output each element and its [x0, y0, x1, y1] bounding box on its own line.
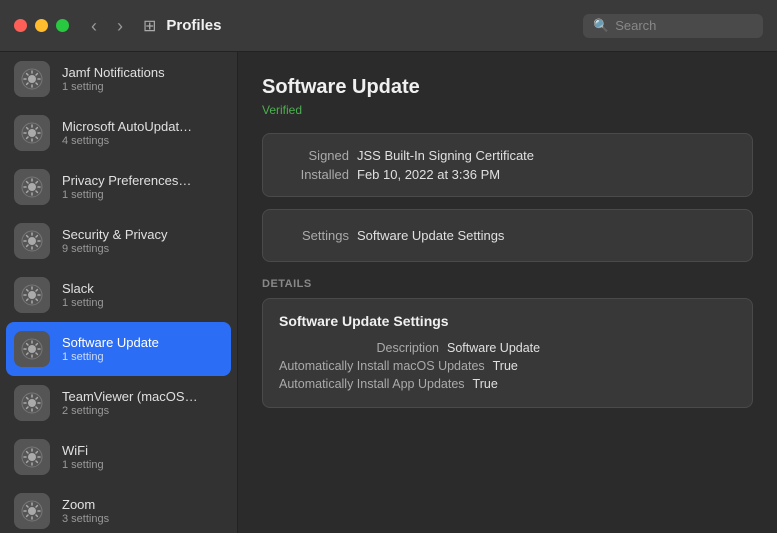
sidebar-item-count-zoom: 3 settings — [62, 513, 109, 525]
auto-install-app-label: Automatically Install App Updates — [279, 377, 465, 391]
sidebar-item-name-jamf-notifications: Jamf Notifications — [62, 65, 165, 80]
sidebar-item-icon-wifi — [14, 439, 50, 475]
main-layout: Jamf Notifications1 setting Microsoft Au… — [0, 52, 777, 533]
details-card-title: Software Update Settings — [279, 313, 736, 329]
sidebar-item-wifi[interactable]: WiFi1 setting — [0, 430, 237, 484]
details-header: DETAILS — [262, 278, 753, 290]
minimize-button[interactable] — [35, 19, 48, 32]
nav-buttons: ‹ › — [85, 15, 129, 37]
sidebar-item-name-privacy-preferences: Privacy Preferences… — [62, 173, 191, 188]
sidebar-item-name-wifi: WiFi — [62, 443, 104, 458]
auto-install-app-row: Automatically Install App Updates True — [279, 375, 736, 393]
close-button[interactable] — [14, 19, 27, 32]
sidebar-item-count-wifi: 1 setting — [62, 459, 104, 471]
sidebar-item-name-microsoft-autoupdate: Microsoft AutoUpdat… — [62, 119, 192, 134]
sidebar-item-microsoft-autoupdate[interactable]: Microsoft AutoUpdat…4 settings — [0, 106, 237, 160]
signed-label: Signed — [279, 148, 349, 163]
sidebar-item-icon-software-update — [14, 331, 50, 367]
sidebar-item-name-zoom: Zoom — [62, 497, 109, 512]
sidebar-item-count-teamviewer: 2 settings — [62, 405, 198, 417]
description-value: Software Update — [447, 341, 540, 355]
settings-label: Settings — [279, 228, 349, 243]
verified-badge: Verified — [262, 103, 753, 117]
sidebar: Jamf Notifications1 setting Microsoft Au… — [0, 52, 238, 533]
details-card: Software Update Settings Description Sof… — [262, 298, 753, 408]
sidebar-item-name-security-privacy: Security & Privacy — [62, 227, 167, 242]
installed-value: Feb 10, 2022 at 3:36 PM — [357, 167, 500, 182]
forward-button[interactable]: › — [111, 15, 129, 37]
window: ‹ › ⊞ Profiles 🔍 Jamf Notifications1 set… — [0, 0, 777, 533]
search-bar[interactable]: 🔍 — [583, 14, 763, 38]
details-section: DETAILS Software Update Settings Descrip… — [262, 278, 753, 408]
settings-card: Settings Software Update Settings — [262, 209, 753, 262]
search-icon: 🔍 — [593, 18, 609, 34]
titlebar-title: Profiles — [166, 17, 221, 34]
sidebar-item-icon-security-privacy — [14, 223, 50, 259]
sidebar-item-privacy-preferences[interactable]: Privacy Preferences…1 setting — [0, 160, 237, 214]
sidebar-item-count-privacy-preferences: 1 setting — [62, 189, 191, 201]
sidebar-item-teamviewer[interactable]: TeamViewer (macOS…2 settings — [0, 376, 237, 430]
auto-install-macos-row: Automatically Install macOS Updates True — [279, 357, 736, 375]
sidebar-item-icon-jamf-notifications — [14, 61, 50, 97]
search-input[interactable] — [615, 18, 753, 33]
grid-icon: ⊞ — [143, 16, 156, 36]
signed-row: Signed JSS Built-In Signing Certificate — [279, 146, 736, 165]
back-button[interactable]: ‹ — [85, 15, 103, 37]
installed-row: Installed Feb 10, 2022 at 3:36 PM — [279, 165, 736, 184]
sidebar-item-count-software-update: 1 setting — [62, 351, 159, 363]
content-area: Software Update Verified Signed JSS Buil… — [238, 52, 777, 533]
sidebar-item-slack[interactable]: Slack1 setting — [0, 268, 237, 322]
signed-installed-card: Signed JSS Built-In Signing Certificate … — [262, 133, 753, 197]
sidebar-item-zoom[interactable]: Zoom3 settings — [0, 484, 237, 533]
description-row: Description Software Update — [279, 339, 736, 357]
sidebar-item-count-jamf-notifications: 1 setting — [62, 81, 165, 93]
sidebar-item-jamf-notifications[interactable]: Jamf Notifications1 setting — [0, 52, 237, 106]
auto-install-app-value: True — [473, 377, 498, 391]
titlebar: ‹ › ⊞ Profiles 🔍 — [0, 0, 777, 52]
sidebar-item-name-slack: Slack — [62, 281, 104, 296]
sidebar-item-name-teamviewer: TeamViewer (macOS… — [62, 389, 198, 404]
content-title: Software Update — [262, 76, 753, 99]
sidebar-item-icon-slack — [14, 277, 50, 313]
sidebar-item-security-privacy[interactable]: Security & Privacy9 settings — [0, 214, 237, 268]
auto-install-macos-label: Automatically Install macOS Updates — [279, 359, 485, 373]
sidebar-item-name-software-update: Software Update — [62, 335, 159, 350]
description-label: Description — [279, 341, 439, 355]
maximize-button[interactable] — [56, 19, 69, 32]
sidebar-item-count-slack: 1 setting — [62, 297, 104, 309]
settings-row: Settings Software Update Settings — [279, 222, 736, 249]
sidebar-item-software-update[interactable]: Software Update1 setting — [6, 322, 231, 376]
sidebar-item-icon-privacy-preferences — [14, 169, 50, 205]
auto-install-macos-value: True — [493, 359, 518, 373]
installed-label: Installed — [279, 167, 349, 182]
sidebar-item-icon-microsoft-autoupdate — [14, 115, 50, 151]
sidebar-item-icon-zoom — [14, 493, 50, 529]
window-controls — [14, 19, 69, 32]
settings-value: Software Update Settings — [357, 228, 504, 243]
sidebar-item-icon-teamviewer — [14, 385, 50, 421]
sidebar-item-count-microsoft-autoupdate: 4 settings — [62, 135, 192, 147]
sidebar-item-count-security-privacy: 9 settings — [62, 243, 167, 255]
signed-value: JSS Built-In Signing Certificate — [357, 148, 534, 163]
